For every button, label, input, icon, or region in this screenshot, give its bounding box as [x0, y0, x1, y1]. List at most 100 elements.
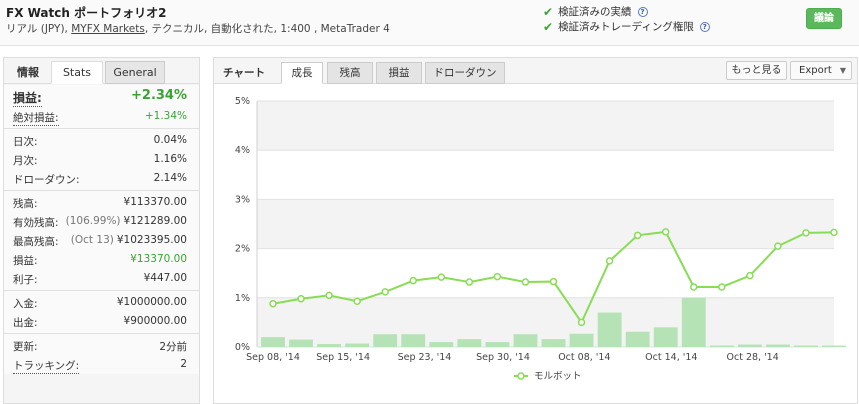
- bar: [485, 342, 510, 347]
- x-tick-label: Oct 14, '14: [645, 352, 697, 363]
- bar: [794, 345, 818, 347]
- bar: [429, 342, 454, 347]
- interest-value: ¥447.00: [143, 272, 187, 284]
- data-point: [409, 276, 417, 285]
- withdrawals-row: 出金: ¥900000.00: [4, 312, 199, 331]
- tracking-row: トラッキング: 2: [4, 355, 199, 374]
- divider: [4, 333, 199, 334]
- info-panel: 情報 Stats General 損益: +2.34% 絶対損益: +1.34%…: [3, 57, 200, 404]
- bar: [289, 339, 313, 347]
- profit-value: ¥13370.00: [130, 253, 187, 265]
- data-point: [493, 272, 502, 281]
- equity-label: 有効残高:: [13, 217, 59, 229]
- question-icon[interactable]: ?: [699, 21, 710, 32]
- bar: [681, 297, 706, 347]
- x-tick-label: Sep 15, '14: [316, 352, 370, 363]
- x-tick-label: Oct 08, '14: [558, 352, 610, 363]
- chart-panel: チャート 成長 残高 損益 ドローダウン もっと見る Export ▼ 0% 1%…: [213, 57, 858, 404]
- broker-link[interactable]: MYFX Markets: [71, 23, 145, 35]
- bar: [345, 343, 370, 347]
- data-point: [521, 278, 530, 286]
- data-point: [325, 291, 333, 300]
- updated-label: 更新:: [13, 341, 38, 353]
- bar: [822, 345, 846, 347]
- drawdown-value: 2.14%: [153, 172, 187, 184]
- data-point: [746, 271, 754, 280]
- account-subtitle: リアル (JPY), MYFX Markets, テクニカル, 自動化された, …: [6, 21, 390, 36]
- export-dropdown[interactable]: Export ▼: [790, 61, 852, 80]
- y-tick-label: 1%: [235, 293, 250, 304]
- gain-label: 損益:: [13, 91, 42, 107]
- account-header: FX Watch ポートフォリオ2 リアル (JPY), MYFX Market…: [0, 0, 859, 46]
- updated-value: 2分前: [159, 341, 187, 353]
- drawdown-label: ドローダウン:: [13, 174, 80, 186]
- page: FX Watch ポートフォリオ2 リアル (JPY), MYFX Market…: [0, 0, 859, 404]
- data-point: [577, 318, 586, 327]
- divider: [4, 128, 199, 129]
- account-details: , テクニカル, 自動化された, 1:400 , MetaTrader 4: [144, 23, 390, 35]
- highest-date: (Oct 13): [70, 234, 114, 246]
- x-tick-label: Sep 08, '14: [246, 352, 300, 363]
- verified-track-record-label: 検証済みの実績: [558, 6, 632, 18]
- data-point: [802, 229, 810, 237]
- balance-value: ¥113370.00: [123, 196, 187, 208]
- account-type: リアル (JPY),: [6, 23, 68, 35]
- tab-stats[interactable]: Stats: [51, 61, 103, 84]
- tab-balance[interactable]: 残高: [327, 62, 373, 84]
- info-tabs: 情報 Stats General: [4, 58, 199, 84]
- discuss-button[interactable]: 議論: [806, 8, 842, 29]
- deposits-label: 入金:: [13, 298, 38, 310]
- y-tick-label: 5%: [235, 96, 250, 107]
- legend-marker: [517, 372, 525, 380]
- stats-list: 損益: +2.34% 絶対損益: +1.34% 日次: 0.04% 月次: 1.…: [4, 85, 199, 374]
- equity-percent: (106.99%): [65, 215, 121, 227]
- profit-row: 損益: ¥13370.00: [4, 250, 199, 269]
- abs-gain-label: 絶対損益:: [13, 112, 59, 126]
- data-point: [549, 277, 558, 286]
- data-point: [774, 242, 782, 250]
- tab-growth[interactable]: 成長: [281, 62, 323, 84]
- interest-row: 利子: ¥447.00: [4, 269, 199, 288]
- chart-tabs: チャート 成長 残高 損益 ドローダウン もっと見る Export ▼: [214, 58, 857, 84]
- verified-trading-privileges: ✔ 検証済みトレーディング権限 ?: [543, 19, 710, 34]
- bar: [625, 331, 650, 347]
- bar: [261, 337, 285, 347]
- verified-trading-privileges-label: 検証済みトレーディング権限: [558, 21, 694, 33]
- tab-profit[interactable]: 損益: [376, 62, 422, 84]
- bar: [597, 312, 622, 347]
- verified-track-record: ✔ 検証済みの実績 ?: [543, 4, 648, 19]
- bar: [653, 327, 678, 347]
- bar: [709, 345, 734, 347]
- abs-gain-value: +1.34%: [144, 110, 187, 122]
- tab-general[interactable]: General: [105, 61, 165, 84]
- abs-gain-row: 絶対損益: +1.34%: [4, 107, 199, 126]
- highest-row: 最高残高: (Oct 13) ¥1023395.00: [4, 231, 199, 250]
- bar: [457, 339, 482, 347]
- daily-value: 0.04%: [153, 134, 187, 146]
- data-point: [353, 297, 361, 305]
- grid-band: [257, 101, 834, 151]
- data-point: [661, 228, 670, 236]
- check-icon: ✔: [543, 19, 554, 34]
- daily-label: 日次:: [13, 136, 38, 148]
- more-button[interactable]: もっと見る: [726, 61, 787, 80]
- highest-value: ¥1023395.00: [116, 234, 187, 246]
- tab-drawdown[interactable]: ドローダウン: [425, 62, 505, 84]
- bar: [765, 344, 790, 347]
- bar: [569, 333, 594, 347]
- tracking-label[interactable]: トラッキング:: [13, 358, 80, 374]
- data-point: [633, 231, 642, 240]
- equity-value: ¥121289.00: [123, 215, 187, 227]
- account-title: FX Watch ポートフォリオ2: [6, 6, 167, 20]
- bar: [513, 334, 538, 347]
- x-tick-label: Sep 30, '14: [476, 352, 530, 363]
- monthly-value: 1.16%: [153, 153, 187, 165]
- withdrawals-label: 出金:: [13, 317, 38, 329]
- bar: [401, 334, 426, 347]
- data-point: [718, 283, 726, 291]
- data-point: [437, 273, 446, 281]
- export-label: Export: [799, 65, 832, 76]
- divider: [4, 290, 199, 291]
- question-icon[interactable]: ?: [637, 6, 648, 17]
- bar: [317, 344, 342, 347]
